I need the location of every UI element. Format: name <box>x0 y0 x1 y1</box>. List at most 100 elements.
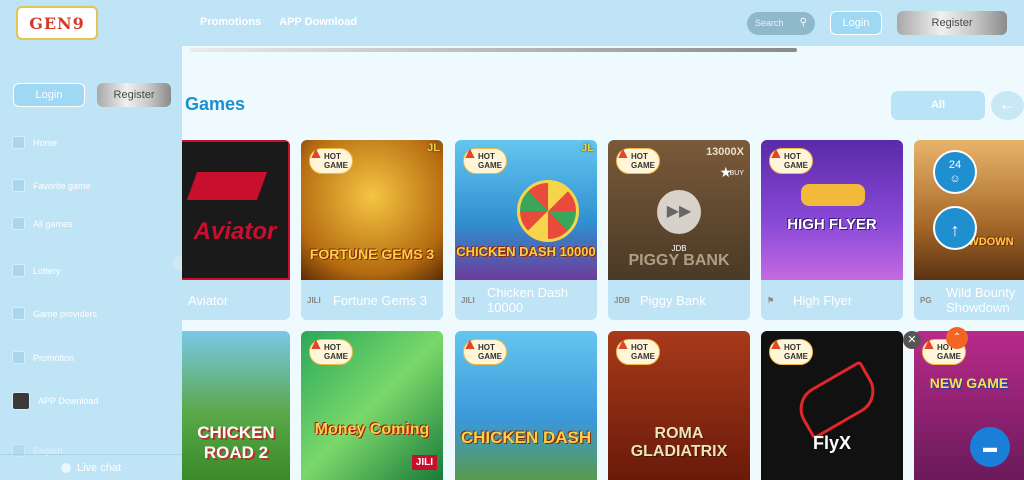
game-card-piggy-bank[interactable]: ▲ HOT GAME 13000X ★ BUY ▶▶ JDB PIGGY BANK … <box>608 140 750 320</box>
game-card-flyx[interactable]: ▲ HOT GAME FlyX <box>761 331 903 480</box>
fire-icon: ▲ <box>308 336 324 353</box>
grid-icon <box>12 217 25 230</box>
filter-all-button[interactable]: All <box>891 91 985 120</box>
buy-label: BUY <box>729 170 744 177</box>
game-thumbnail: ▲ HOT GAME JL FORTUNE GEMS 3 <box>301 140 443 280</box>
game-card-chicken-dash-10000[interactable]: ▲ HOT GAME JL CHICKEN DASH 10000 JILI Chick… <box>455 140 597 320</box>
nav-app-download[interactable]: APP Download <box>279 16 357 28</box>
game-card-roma-gladiatrix[interactable]: ▲ HOT GAME ROMA GLADIATRIX <box>608 331 750 480</box>
hot-badge: ▲ HOT GAME <box>308 146 353 174</box>
game-thumbnail: ▲ HOT GAME ROMA GLADIATRIX <box>608 331 750 480</box>
header-login-button[interactable]: Login <box>830 11 882 35</box>
horizontal-scrollbar[interactable] <box>190 48 797 52</box>
sidebar-item-promotion[interactable]: Promotion <box>12 351 74 364</box>
sidebar-item-label: APP Download <box>38 396 99 406</box>
hot-text: HOT <box>478 152 495 161</box>
home-icon <box>12 136 25 149</box>
top-header: GEN9 Promotions APP Download Search ⚲ Log… <box>0 0 1024 46</box>
section-title: Games <box>185 94 246 114</box>
provider-corner-badge: JL <box>581 142 594 154</box>
hot-badge: ▲ HOT GAME <box>768 337 813 365</box>
game-card-high-flyer[interactable]: ▲ HOT GAME HIGH FLYER ⚑ High Flyer <box>761 140 903 320</box>
provider-logo: PG <box>920 295 932 305</box>
provider-logo: JILI <box>307 295 321 305</box>
sidebar-register-button[interactable]: Register <box>97 83 171 107</box>
rocket-icon <box>790 360 884 440</box>
game-card-money-coming[interactable]: ▲ HOT GAME Money Coming JILI <box>301 331 443 480</box>
fire-icon: ▲ <box>615 145 631 162</box>
hot-badge: ▲ HOT GAME <box>768 146 813 174</box>
game-label: Aviator <box>182 280 290 320</box>
game-thumbnail: ▲ HOT GAME HIGH FLYER <box>761 140 903 280</box>
game-thumbnail: Aviator <box>182 140 290 280</box>
game-art-text: FORTUNE GEMS 3 <box>309 246 435 262</box>
logo-text: GEN9 <box>29 13 85 33</box>
sidebar-item-all-games[interactable]: All games <box>12 217 73 230</box>
game-card-aviator[interactable]: Aviator Aviator <box>182 140 290 320</box>
header-register-button[interactable]: Register <box>897 11 1007 35</box>
search-icon[interactable]: ⚲ <box>800 17 807 28</box>
game-thumbnail: ▲ HOT GAME NEW GAME <box>914 331 1024 480</box>
jili-logo: JILI <box>411 455 437 470</box>
hot-text: HOT <box>478 343 495 352</box>
game-art-text: CHICKEN DASH <box>460 428 592 447</box>
game-label: ⚑ High Flyer <box>761 280 903 320</box>
hot-subtext: GAME <box>324 161 348 170</box>
game-card-fortune-gems-3[interactable]: ▲ HOT GAME JL FORTUNE GEMS 3 JILI Fortune G… <box>301 140 443 320</box>
game-thumbnail: CHICKEN ROAD 2 <box>182 331 290 480</box>
game-name: Aviator <box>188 292 229 308</box>
hot-subtext: GAME <box>631 161 655 170</box>
hot-text: HOT <box>324 343 341 352</box>
sidebar-item-label: Home <box>33 137 58 148</box>
game-name: Chicken Dash 10000 <box>487 285 568 315</box>
biplane-icon <box>801 184 865 206</box>
top-nav: Promotions APP Download <box>200 16 357 28</box>
sidebar-item-home[interactable]: Home <box>12 136 57 149</box>
hot-subtext: GAME <box>324 352 348 361</box>
sidebar-item-label: Promotion <box>33 352 75 363</box>
hot-subtext: GAME <box>784 161 808 170</box>
game-name: Fortune Gems 3 <box>333 292 427 308</box>
provider-logo-icon: ⚑ <box>767 295 775 305</box>
gift-icon <box>12 351 25 364</box>
close-icon[interactable]: ✕ <box>903 331 921 349</box>
hot-text: HOT <box>784 343 801 352</box>
hot-badge: ▲ HOT GAME <box>615 336 660 365</box>
provider-corner-badge: JL <box>427 142 440 154</box>
hot-badge: ▲ HOT GAME <box>462 337 507 365</box>
support-24h-icon[interactable]: 24 ☺ <box>933 150 977 194</box>
sidebar-login-button[interactable]: Login <box>13 83 85 107</box>
chevron-up-icon[interactable]: ⌃ <box>946 327 968 349</box>
live-chat-button[interactable]: Live chat <box>0 454 182 480</box>
game-card-chicken-dash[interactable]: ▲ HOT GAME CHICKEN DASH <box>455 331 597 480</box>
hot-badge: ▲ HOT GAME <box>308 336 353 365</box>
sidebar-item-game-providers[interactable]: Game providers <box>12 307 97 320</box>
providers-icon <box>12 307 25 320</box>
nav-promotions[interactable]: Promotions <box>200 16 261 28</box>
fire-icon: ▲ <box>615 336 631 353</box>
play-icon[interactable]: ▶▶ <box>657 190 701 234</box>
fire-icon: ▲ <box>921 336 937 353</box>
game-art-text: Money Coming <box>314 421 430 438</box>
game-art-text: Aviator <box>193 218 277 245</box>
scroll-top-arrow-icon[interactable]: ↑ <box>933 206 977 250</box>
chat-icon <box>60 462 71 473</box>
game-label: JDB Piggy Bank <box>608 280 750 320</box>
back-arrow-icon[interactable]: ← <box>991 91 1024 120</box>
game-name: Wild Bounty Showdown <box>946 285 1016 315</box>
search-input[interactable]: Search ⚲ <box>747 12 815 35</box>
lottery-icon <box>12 264 25 277</box>
game-card-new-game[interactable]: ▲ HOT GAME NEW GAME <box>914 331 1024 480</box>
site-logo[interactable]: GEN9 <box>16 6 98 40</box>
game-card-chicken-road-2[interactable]: CHICKEN ROAD 2 <box>182 331 290 480</box>
sidebar-item-favorite-game[interactable]: Favorite game <box>12 179 91 192</box>
hot-subtext: GAME <box>478 352 502 361</box>
game-art-text: CHICKEN DASH 10000 <box>456 244 596 259</box>
sidebar-item-lottery[interactable]: Lottery <box>12 264 61 277</box>
sidebar-item-app-download[interactable]: APP Download <box>12 392 98 410</box>
heart-icon <box>12 179 25 192</box>
hot-text: HOT <box>324 152 341 161</box>
search-placeholder: Search <box>755 18 784 28</box>
chat-bubble-icon[interactable]: ▬ <box>970 427 1010 467</box>
game-label: JILI Fortune Gems 3 <box>301 280 443 320</box>
